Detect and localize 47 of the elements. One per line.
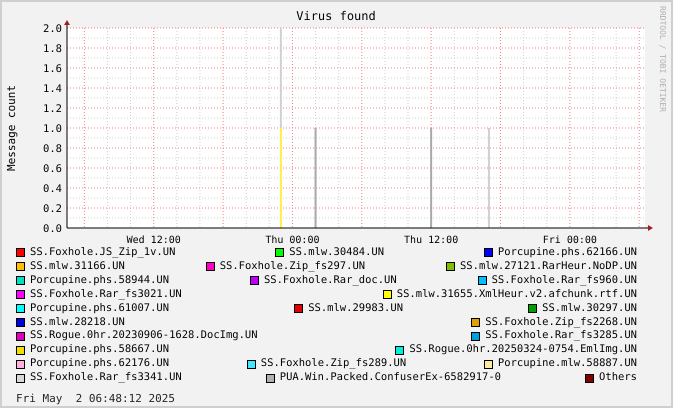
legend-label: PUA.Win.Packed.ConfuserEx-6582917-0 [280,371,502,386]
y-tick-label: 0.0 [43,223,62,235]
legend-label: SS.Foxhole.Zip_fs297.UN [220,260,366,274]
legend-label: SS.Foxhole.JS_Zip_1v.UN [30,246,176,260]
y-tick-label: 1.2 [43,103,62,115]
y-tick-label: 0.4 [43,183,62,195]
timestamp: Fri May 2 06:48:12 2025 [15,392,175,406]
y-tick-label: 1.6 [43,63,62,75]
legend-label: SS.mlw.31166.UN [30,260,125,274]
legend-label: SS.Foxhole.Rar_fs3341.UN [30,371,182,386]
y-axis-label: Message count [5,84,18,172]
x-tick-label: Thu 00:00 [265,235,320,246]
legend-label: SS.Foxhole.Zip_fs2268.UN [485,316,637,330]
y-tick-label: 0.6 [43,163,62,175]
legend-label: SS.Rogue.0hr.20250324-0754.EmlImg.UN [409,343,637,358]
credit-text: RRDTOOL / TOBI OETIKER [658,6,667,112]
legend-label: Others [599,371,637,386]
legend-label: SS.mlw.28218.UN [30,316,125,330]
legend-label: SS.mlw.30484.UN [289,246,384,260]
legend-label: SS.Foxhole.Rar_doc.UN [264,274,397,288]
legend-label: SS.mlw.29983.UN [308,302,404,316]
y-tick-label: 1.4 [43,83,62,95]
legend-label: Porcupine.phs.58944.UN [30,274,170,288]
x-tick-label: Thu 12:00 [404,235,458,246]
y-tick-label: 0.8 [43,143,62,155]
legend-label: Porcupine.mlw.58887.UN [498,357,637,372]
legend-label: Porcupine.phs.62166.UN [498,246,637,260]
legend-label: SS.mlw.30297.UN [542,302,637,316]
x-tick-label: Fri 00:00 [542,235,597,246]
y-tick-label: 0.2 [43,203,62,215]
x-tick-label: Wed 12:00 [126,235,181,246]
legend-label: SS.mlw.31655.XmlHeur.v2.afchunk.rtf.UN [396,288,637,302]
chart-title: Virus found [296,9,376,23]
legend-label: Porcupine.phs.58667.UN [30,343,170,358]
arrow-icon [648,225,653,231]
legend-label: SS.Foxhole.Zip_fs289.UN [260,357,406,372]
legend-label: SS.Foxhole.Rar_fs960.UN [492,274,637,288]
legend-label: SS.Foxhole.Rar_fs3285.UN [485,329,637,344]
y-tick-label: 2.0 [43,23,62,35]
legend-label: SS.mlw.27121.RarHeur.NoDP.UN [460,260,637,274]
legend-label: SS.Rogue.0hr.20230906-1628.DocImg.UN [30,329,258,344]
legend-label: Porcupine.phs.61007.UN [30,302,170,316]
legend-label: SS.Foxhole.Rar_fs3021.UN [30,288,182,302]
arrow-icon [64,20,70,25]
y-tick-label: 1.0 [43,123,62,135]
y-tick-label: 1.8 [43,43,62,55]
legend-label: Porcupine.phs.62176.UN [30,357,170,372]
